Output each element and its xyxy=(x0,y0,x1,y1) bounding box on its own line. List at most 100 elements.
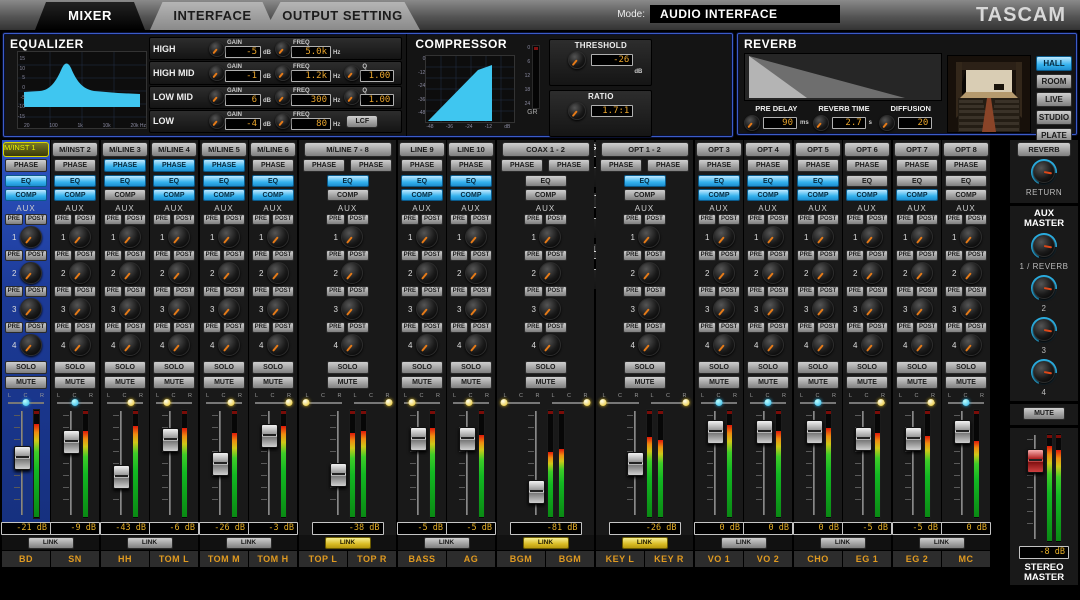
pan-dot[interactable] xyxy=(128,399,135,406)
aux-post-button[interactable]: POST xyxy=(718,322,740,333)
aux-pre-button[interactable]: PRE xyxy=(797,322,815,333)
pan-slider[interactable] xyxy=(946,399,986,407)
eq-button[interactable]: EQ xyxy=(5,175,47,187)
fader-track[interactable] xyxy=(260,409,276,517)
link-button[interactable]: LINK xyxy=(226,537,272,549)
channel-select-opt-1-2[interactable]: OPT 1 - 2 xyxy=(601,142,689,157)
mute-button[interactable]: MUTE xyxy=(252,376,294,389)
channel-select-m-inst-2[interactable]: M/INST 2 xyxy=(52,142,98,157)
phase-button[interactable]: PHASE xyxy=(350,159,392,172)
aux-knob-4[interactable] xyxy=(119,334,141,356)
aux-post-button[interactable]: POST xyxy=(817,214,839,225)
lcf-button[interactable]: LCF xyxy=(346,115,378,128)
aux-pre-button[interactable]: PRE xyxy=(104,286,122,297)
aux-post-button[interactable]: POST xyxy=(223,322,245,333)
solo-button[interactable]: SOLO xyxy=(797,361,839,374)
mute-button[interactable]: MUTE xyxy=(747,376,789,389)
aux-post-button[interactable]: POST xyxy=(545,250,567,261)
link-button[interactable]: LINK xyxy=(424,537,470,549)
pan-slider[interactable] xyxy=(699,399,739,407)
solo-button[interactable]: SOLO xyxy=(525,361,567,374)
phase-button[interactable]: PHASE xyxy=(797,159,839,172)
channel-select-coax-1-2[interactable]: COAX 1 - 2 xyxy=(502,142,590,157)
aux-knob-3[interactable] xyxy=(539,298,561,320)
aux-knob-3[interactable] xyxy=(713,298,735,320)
link-button[interactable]: LINK xyxy=(325,537,371,549)
pan-slider[interactable] xyxy=(847,399,887,407)
aux-post-button[interactable]: POST xyxy=(347,322,369,333)
aux-knob-4[interactable] xyxy=(267,334,289,356)
link-button[interactable]: LINK xyxy=(28,537,74,549)
fader-track[interactable] xyxy=(854,409,870,517)
aux-knob-3[interactable] xyxy=(416,298,438,320)
aux-pre-button[interactable]: PRE xyxy=(5,286,23,297)
eq-gain-knob[interactable] xyxy=(209,65,225,81)
aux-post-button[interactable]: POST xyxy=(124,214,146,225)
mute-button[interactable]: MUTE xyxy=(153,376,195,389)
solo-button[interactable]: SOLO xyxy=(203,361,245,374)
aux-knob-1[interactable] xyxy=(812,226,834,248)
pan-dot[interactable] xyxy=(163,399,170,406)
pan-dot[interactable] xyxy=(683,399,690,406)
mute-button[interactable]: MUTE xyxy=(797,376,839,389)
master-fader-track[interactable] xyxy=(1026,433,1042,541)
aux-post-button[interactable]: POST xyxy=(718,250,740,261)
aux-post-button[interactable]: POST xyxy=(470,322,492,333)
aux-post-button[interactable]: POST xyxy=(272,322,294,333)
pan-dot[interactable] xyxy=(928,399,935,406)
aux-pre-button[interactable]: PRE xyxy=(945,214,963,225)
aux-post-button[interactable]: POST xyxy=(767,214,789,225)
solo-button[interactable]: SOLO xyxy=(153,361,195,374)
aux-post-button[interactable]: POST xyxy=(644,322,666,333)
pan-dot[interactable] xyxy=(466,399,473,406)
fader-track[interactable] xyxy=(329,409,345,517)
aux-pre-button[interactable]: PRE xyxy=(450,250,468,261)
tab-mixer[interactable]: MIXER xyxy=(35,2,145,30)
pan-control[interactable]: LCR xyxy=(699,393,739,407)
solo-button[interactable]: SOLO xyxy=(846,361,888,374)
aux-pre-button[interactable]: PRE xyxy=(153,286,171,297)
comp-button[interactable]: COMP xyxy=(747,189,789,201)
aux-post-button[interactable]: POST xyxy=(817,250,839,261)
aux-pre-button[interactable]: PRE xyxy=(203,322,221,333)
eq-button[interactable]: EQ xyxy=(797,175,839,187)
fader-track[interactable] xyxy=(409,409,425,517)
pan-dot[interactable] xyxy=(500,399,507,406)
comp-button[interactable]: COMP xyxy=(104,189,146,201)
link-button[interactable]: LINK xyxy=(721,537,767,549)
pan-control[interactable]: LCR xyxy=(154,393,194,407)
solo-button[interactable]: SOLO xyxy=(401,361,443,374)
aux-pre-button[interactable]: PRE xyxy=(5,322,23,333)
aux-pre-button[interactable]: PRE xyxy=(252,286,270,297)
aux-pre-button[interactable]: PRE xyxy=(846,214,864,225)
mute-button[interactable]: MUTE xyxy=(896,376,938,389)
aux-pre-button[interactable]: PRE xyxy=(104,322,122,333)
aux-post-button[interactable]: POST xyxy=(545,214,567,225)
fader-cap[interactable] xyxy=(14,446,31,470)
aux-post-button[interactable]: POST xyxy=(470,250,492,261)
aux-pre-button[interactable]: PRE xyxy=(524,286,542,297)
tab-interface[interactable]: INTERFACE xyxy=(150,2,275,30)
solo-button[interactable]: SOLO xyxy=(5,361,47,374)
aux-pre-button[interactable]: PRE xyxy=(326,214,344,225)
fader-track[interactable] xyxy=(161,409,177,517)
link-button[interactable]: LINK xyxy=(127,537,173,549)
aux-pre-button[interactable]: PRE xyxy=(797,250,815,261)
aux-knob-2[interactable] xyxy=(119,262,141,284)
pan-slider[interactable] xyxy=(550,399,590,407)
aux-knob-2[interactable] xyxy=(713,262,735,284)
aux-pre-button[interactable]: PRE xyxy=(252,214,270,225)
fader-cap[interactable] xyxy=(627,452,644,476)
fader-track[interactable] xyxy=(706,409,722,517)
pan-slider[interactable] xyxy=(748,399,788,407)
pan-dot[interactable] xyxy=(716,399,723,406)
aux-post-button[interactable]: POST xyxy=(223,286,245,297)
pan-slider[interactable] xyxy=(402,399,442,407)
solo-button[interactable]: SOLO xyxy=(896,361,938,374)
aux-post-button[interactable]: POST xyxy=(124,322,146,333)
aux-post-button[interactable]: POST xyxy=(223,250,245,261)
pan-control[interactable]: LCR xyxy=(946,393,986,407)
aux-post-button[interactable]: POST xyxy=(644,214,666,225)
eq-gain-knob[interactable] xyxy=(209,89,225,105)
pan-control[interactable]: LCR xyxy=(502,393,542,407)
